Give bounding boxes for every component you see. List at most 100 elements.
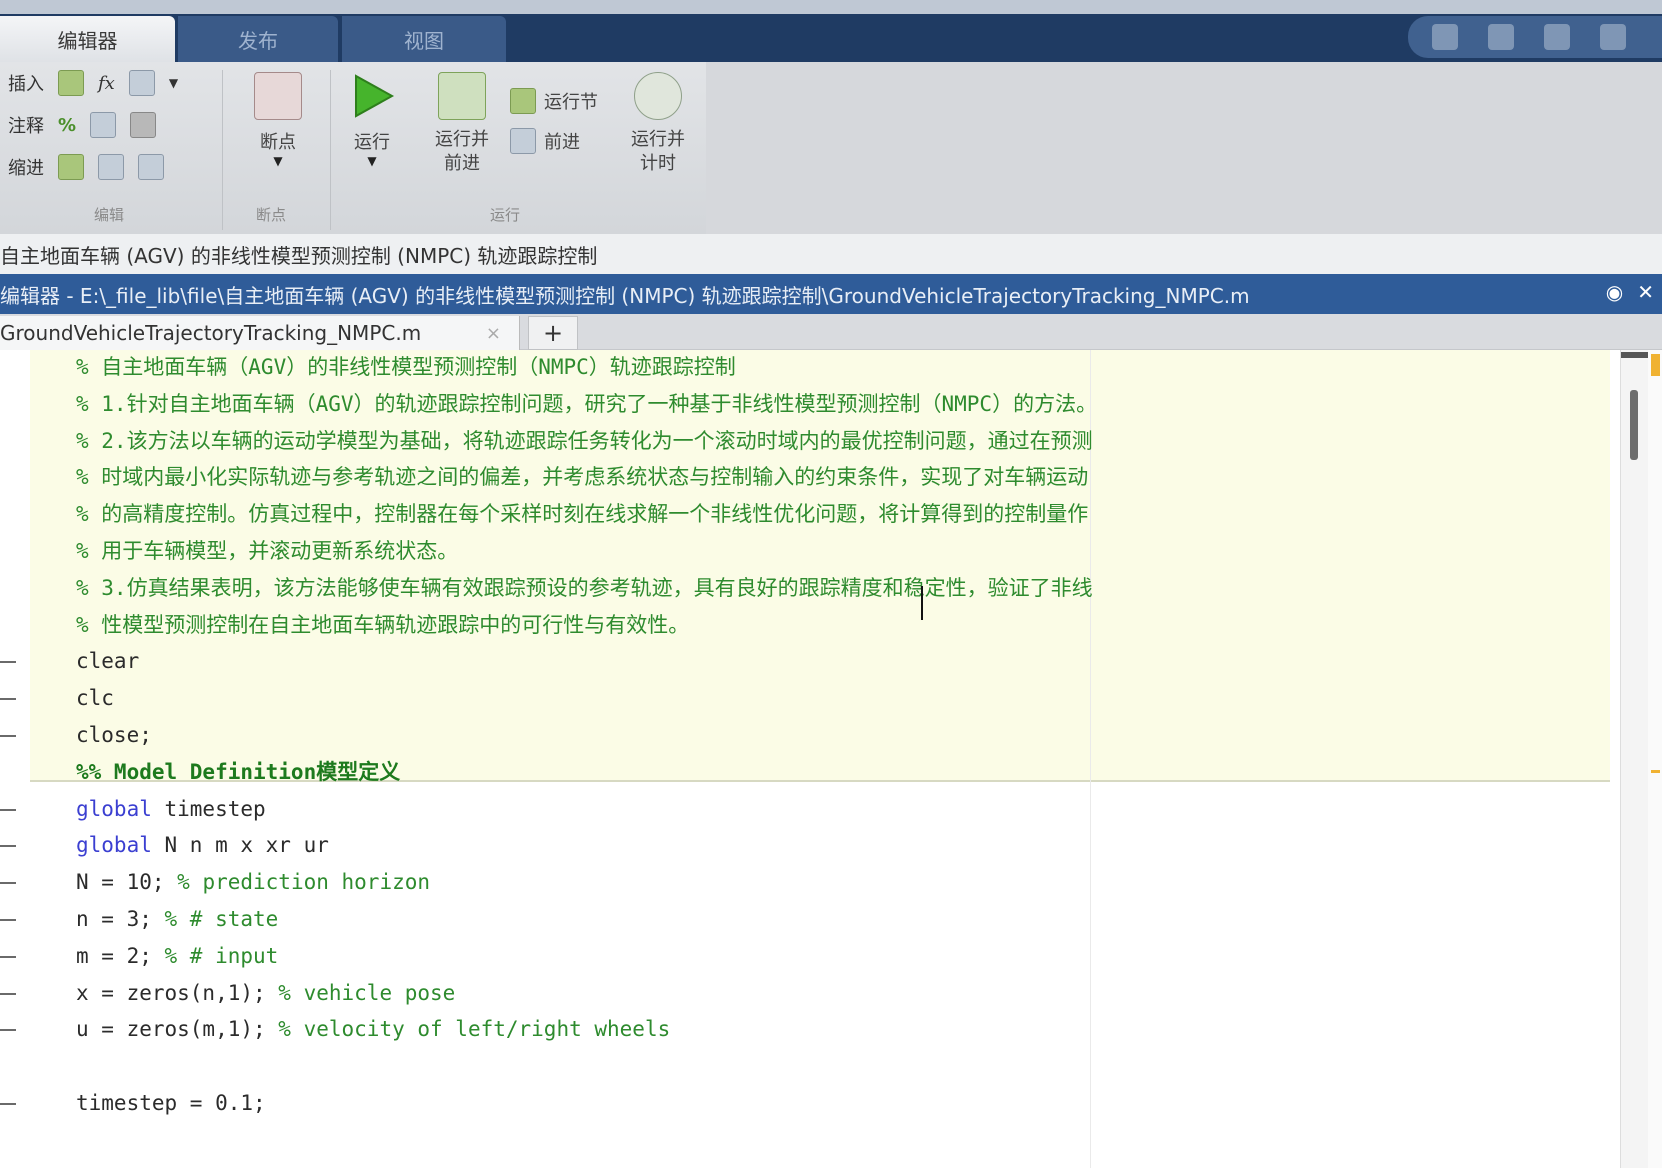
- code-line[interactable]: % 3.仿真结果表明，该方法能够使车辆有效跟踪预设的参考轨迹，具有良好的跟踪精度…: [76, 571, 1093, 605]
- code-text: clear: [76, 649, 140, 674]
- chevron-down-icon: ▼: [367, 154, 377, 168]
- code-text: m = 2;: [76, 943, 152, 968]
- run-section-label: 运行节: [544, 92, 598, 113]
- wrap-comments-icon[interactable]: [130, 112, 157, 138]
- code-line[interactable]: u = zeros(m,1); % velocity of left/right…: [76, 1012, 670, 1046]
- code-line[interactable]: m = 2; % # input: [76, 939, 278, 973]
- comment-text: % 2.该方法以车辆的运动学模型为基础，将轨迹跟踪任务转化为一个滚动时域内的最优…: [76, 428, 1093, 453]
- cut-icon[interactable]: [1488, 24, 1514, 50]
- smart-indent-icon[interactable]: [58, 154, 84, 180]
- comment-label: 注释: [8, 116, 44, 137]
- comment-text: % # input: [151, 943, 279, 968]
- file-tab[interactable]: GroundVehicleTrajectoryTracking_NMPC.m ×: [0, 316, 520, 350]
- run-label: 运行: [354, 132, 390, 153]
- uncomment-icon[interactable]: [90, 112, 117, 138]
- executable-line-marker[interactable]: [0, 735, 16, 737]
- copy-icon[interactable]: [1544, 24, 1570, 50]
- comment-percent-icon[interactable]: %: [58, 115, 76, 136]
- executable-line-marker[interactable]: [0, 955, 16, 958]
- run-section-icon: [510, 88, 536, 114]
- run-section-button[interactable]: 运行节: [510, 88, 598, 114]
- run-button[interactable]: 运行 ▼: [330, 72, 414, 168]
- code-line[interactable]: %% Model Definition模型定义: [76, 755, 400, 789]
- decrease-indent-icon[interactable]: [138, 154, 164, 180]
- run-and-time-button[interactable]: 运行并 计时: [616, 72, 700, 176]
- indent-label: 缩进: [8, 158, 44, 179]
- save-icon[interactable]: [1432, 24, 1458, 50]
- close-icon[interactable]: ✕: [1637, 280, 1654, 304]
- code-line[interactable]: x = zeros(n,1); % vehicle pose: [76, 976, 455, 1010]
- warning-indicator[interactable]: [1651, 354, 1660, 376]
- executable-line-marker[interactable]: [0, 919, 16, 921]
- indent-row: 缩进: [8, 154, 164, 180]
- breakpoints-button[interactable]: 断点 ▼: [236, 72, 320, 168]
- keyword-text: global: [76, 833, 152, 858]
- code-text: N = 10;: [76, 870, 165, 895]
- code-line[interactable]: global timestep: [76, 792, 266, 826]
- code-line[interactable]: clc: [76, 681, 114, 715]
- code-line[interactable]: % 2.该方法以车辆的运动学模型为基础，将轨迹跟踪任务转化为一个滚动时域内的最优…: [76, 424, 1093, 458]
- executable-line-marker[interactable]: [0, 698, 16, 701]
- code-line[interactable]: % 用于车辆模型，并滚动更新系统状态。: [76, 534, 458, 568]
- advance-icon: [510, 128, 536, 154]
- keyword-text: global: [76, 796, 152, 821]
- tab-view[interactable]: 视图: [342, 16, 506, 62]
- code-line[interactable]: N = 10; % prediction horizon: [76, 865, 430, 899]
- code-line[interactable]: % 性模型预测控制在自主地面车辆轨迹跟踪中的可行性与有效性。: [76, 608, 689, 642]
- advance-button[interactable]: 前进: [510, 128, 598, 154]
- comment-text: % # state: [151, 907, 279, 931]
- code-line[interactable]: clear: [76, 644, 139, 678]
- code-line[interactable]: % 的高精度控制。仿真过程中，控制器在每个采样时刻在线求解一个非线性优化问题，将…: [76, 497, 1088, 531]
- fx-button[interactable]: fx: [98, 73, 115, 94]
- executable-line-marker[interactable]: [0, 992, 16, 995]
- editor-path-bar: 编辑器 - E:\_file_lib\file\自主地面车辆 (AGV) 的非线…: [0, 274, 1662, 314]
- help-icon[interactable]: [1600, 24, 1626, 50]
- comment-text: % 1.针对自主地面车辆（AGV）的轨迹跟踪控制问题，研究了一种基于非线性模型预…: [76, 391, 1098, 416]
- close-tab-icon[interactable]: ×: [486, 323, 501, 344]
- code-editor[interactable]: % 自主地面车辆（AGV）的非线性模型预测控制（NMPC）轨迹跟踪控制 % 1.针…: [0, 350, 1662, 1168]
- code-text: u = zeros(m,1);: [76, 1017, 266, 1042]
- comment-row: 注释 %: [8, 112, 157, 138]
- new-tab-button[interactable]: +: [528, 316, 578, 350]
- panel-menu-icon[interactable]: ◉: [1606, 280, 1623, 304]
- code-text: timestep: [151, 796, 266, 821]
- scrollbar-thumb[interactable]: [1630, 390, 1638, 460]
- comment-text: % 时域内最小化实际轨迹与参考轨迹之间的偏差，并考虑系统状态与控制输入的约束条件…: [76, 465, 1089, 490]
- comment-text: % prediction horizon: [164, 870, 431, 895]
- code-line[interactable]: % 时域内最小化实际轨迹与参考轨迹之间的偏差，并考虑系统状态与控制输入的约束条件…: [76, 460, 1088, 494]
- insert-label: 插入: [8, 74, 44, 95]
- executable-line-marker[interactable]: [0, 661, 16, 664]
- play-icon: [348, 72, 396, 120]
- comment-text: % 自主地面车辆（AGV）的非线性模型预测控制（NMPC）轨迹跟踪控制: [76, 355, 736, 379]
- code-line[interactable]: close;: [76, 718, 152, 752]
- code-line[interactable]: n = 3; % # state: [76, 902, 278, 936]
- warning-marker[interactable]: [1651, 770, 1660, 773]
- matlab-editor-window: { "ribbon_tabs": ["编辑器", "发布", "视图"], "r…: [0, 0, 1662, 1168]
- comment-text: % 性模型预测控制在自主地面车辆轨迹跟踪中的可行性与有效性。: [76, 612, 690, 637]
- stopwatch-icon: [634, 72, 682, 120]
- executable-line-marker[interactable]: [0, 1103, 16, 1105]
- executable-line-marker[interactable]: [0, 845, 16, 848]
- code-line[interactable]: % 1.针对自主地面车辆（AGV）的轨迹跟踪控制问题，研究了一种基于非线性模型预…: [76, 387, 1097, 421]
- code-text: x = zeros(n,1);: [76, 980, 266, 1005]
- ribbon-tab-strip: 编辑器 发布 视图: [0, 0, 1662, 62]
- code-line[interactable]: timestep = 0.1;: [76, 1086, 266, 1120]
- executable-line-marker[interactable]: [0, 1029, 16, 1032]
- increase-indent-icon[interactable]: [98, 154, 124, 180]
- code-line[interactable]: global N n m x xr ur: [76, 828, 329, 862]
- tab-publish[interactable]: 发布: [178, 16, 338, 62]
- document-title: 自主地面车辆 (AGV) 的非线性模型预测控制 (NMPC) 轨迹跟踪控制: [0, 243, 598, 268]
- insert-function-icon[interactable]: [128, 70, 155, 96]
- tab-editor[interactable]: 编辑器: [0, 16, 175, 62]
- executable-line-marker[interactable]: [0, 882, 16, 885]
- run-and-advance-button[interactable]: 运行并 前进: [420, 72, 504, 176]
- chevron-down-icon[interactable]: ▼: [169, 76, 178, 90]
- editor-file-path: 编辑器 - E:\_file_lib\file\自主地面车辆 (AGV) 的非线…: [0, 283, 1250, 308]
- insert-section-icon[interactable]: [58, 70, 84, 96]
- vertical-scrollbar[interactable]: [1620, 350, 1649, 1168]
- code-line[interactable]: % 自主地面车辆（AGV）的非线性模型预测控制（NMPC）轨迹跟踪控制: [76, 350, 736, 384]
- right-margin-line: [1090, 350, 1091, 1168]
- line-gutter[interactable]: [0, 350, 30, 1168]
- executable-line-marker[interactable]: [0, 808, 16, 811]
- comment-text: % velocity of left/right wheels: [265, 1017, 671, 1042]
